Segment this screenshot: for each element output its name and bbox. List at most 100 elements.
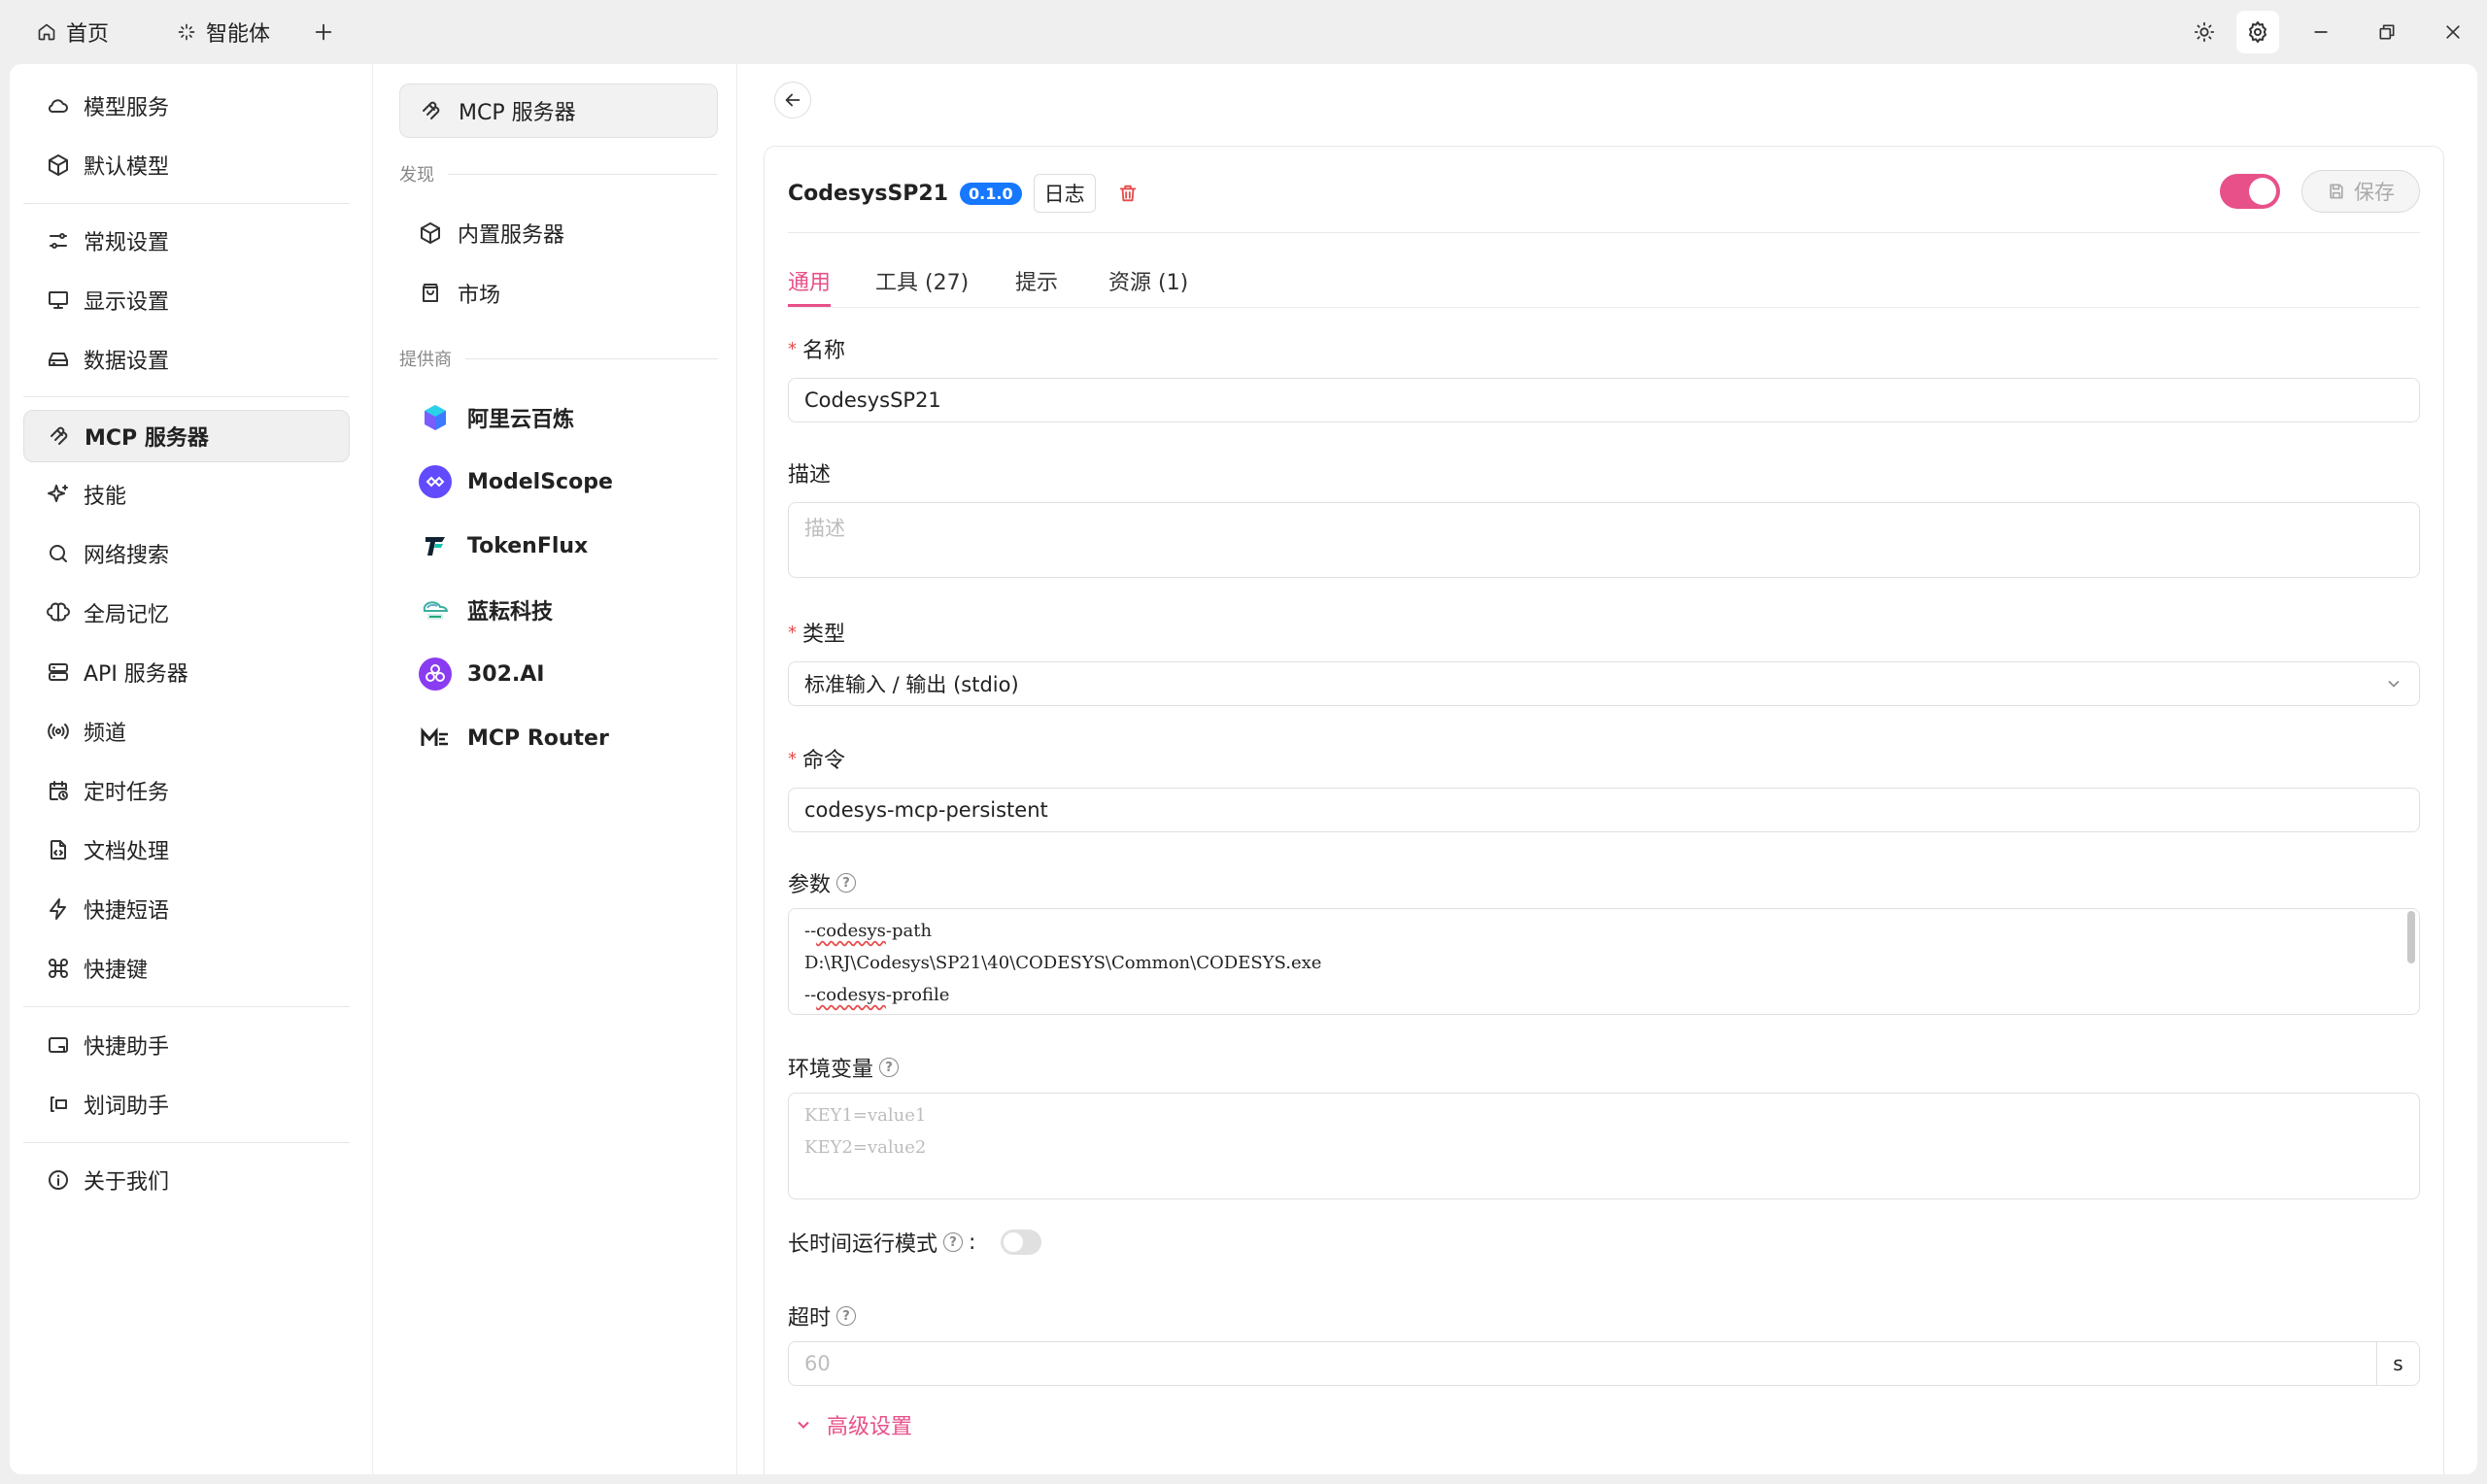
- minimize-icon[interactable]: [2306, 17, 2335, 47]
- sidebar-item-about[interactable]: 关于我们: [23, 1154, 350, 1206]
- help-icon[interactable]: ?: [836, 873, 857, 893]
- back-button[interactable]: [774, 82, 811, 118]
- advanced-settings-toggle[interactable]: 高级设置: [794, 1409, 912, 1440]
- sidebar-item-model-service[interactable]: 模型服务: [23, 80, 350, 132]
- lanyun-logo-icon: [419, 593, 452, 626]
- tab-prompts[interactable]: 提示: [1015, 265, 1058, 296]
- timeout-input[interactable]: 60 s: [788, 1341, 2420, 1386]
- cloud-icon: [47, 94, 70, 118]
- tab-tools[interactable]: 工具 (27): [875, 265, 969, 296]
- sidebar-item-label: API 服务器: [84, 662, 188, 687]
- sidebar-item-label: 定时任务: [84, 781, 170, 805]
- save-button[interactable]: 保存: [2301, 170, 2420, 213]
- sidebar-item-mcp-servers[interactable]: MCP 服务器: [23, 410, 350, 462]
- provider-label: 302.AI: [467, 661, 545, 687]
- provider-bailian[interactable]: 阿里云百炼: [399, 390, 718, 445]
- zap-icon: [47, 897, 70, 921]
- sidebar-item-default-model[interactable]: 默认模型: [23, 139, 350, 191]
- title-bar: 首页 智能体: [0, 0, 2487, 64]
- sidebar-item-label: 数据设置: [84, 350, 170, 374]
- sidebar-item-api-server[interactable]: API 服务器: [23, 646, 350, 698]
- sidebar-item-label: 频道: [84, 722, 127, 746]
- sidebar-item-shortcuts[interactable]: 快捷键: [23, 942, 350, 995]
- radio-icon: [47, 720, 70, 743]
- sidebar-item-channels[interactable]: 频道: [23, 705, 350, 758]
- sidebar-item-quick-assistant[interactable]: 快捷助手: [23, 1019, 350, 1071]
- command-icon: [47, 957, 70, 980]
- description-input[interactable]: 描述: [788, 502, 2420, 578]
- help-icon[interactable]: ?: [836, 1306, 857, 1326]
- command-label: * 命令: [788, 748, 846, 774]
- args-textarea[interactable]: --codesys-path D:\RJ\Codesys\SP21\40\COD…: [788, 908, 2420, 1015]
- provider-mcprouter[interactable]: MCP Router: [399, 711, 718, 765]
- type-select[interactable]: 标准输入 / 输出 (stdio): [788, 661, 2420, 706]
- tab-resources[interactable]: 资源 (1): [1108, 265, 1188, 296]
- log-button[interactable]: 日志: [1033, 174, 1096, 213]
- sidebar-item-memory[interactable]: 全局记忆: [23, 587, 350, 639]
- sidebar-item-data[interactable]: 数据设置: [23, 333, 350, 386]
- sidebar-item-quick-phrases[interactable]: 快捷短语: [23, 883, 350, 935]
- help-icon[interactable]: ?: [943, 1232, 964, 1252]
- sun-icon[interactable]: [2190, 17, 2219, 47]
- restore-icon[interactable]: [2372, 17, 2402, 47]
- provider-label: 阿里云百炼: [467, 408, 575, 432]
- main-window: 模型服务 默认模型 常规设置 显示设置 数据设置 MCP 服务器 技能 网络搜索…: [10, 64, 2477, 1474]
- timeout-label: 超时 ?: [788, 1300, 857, 1332]
- description-label: 描述: [788, 463, 832, 488]
- plus-icon[interactable]: [309, 17, 338, 47]
- provider-302ai[interactable]: 302.AI: [399, 647, 718, 701]
- subnav-item-market[interactable]: 市场: [399, 266, 718, 320]
- sidebar-item-label: 快捷助手: [84, 1035, 170, 1060]
- bailian-logo-icon: [419, 401, 452, 434]
- tab-divider: [788, 307, 2420, 308]
- sidebar-divider: [23, 1142, 350, 1143]
- sidebar-item-skills[interactable]: 技能: [23, 468, 350, 521]
- command-input[interactable]: codesys-mcp-persistent: [788, 788, 2420, 832]
- monitor-icon: [47, 288, 70, 312]
- version-badge: 0.1.0: [960, 182, 1022, 205]
- timeout-unit: s: [2376, 1342, 2419, 1385]
- close-icon[interactable]: [2438, 17, 2468, 47]
- sidebar-item-scheduled-tasks[interactable]: 定时任务: [23, 764, 350, 817]
- sidebar-divider: [23, 203, 350, 204]
- cube-icon: [419, 221, 442, 245]
- scrollbar-thumb[interactable]: [2407, 911, 2415, 963]
- sidebar-item-general[interactable]: 常规设置: [23, 215, 350, 267]
- provider-lanyun[interactable]: 蓝耘科技: [399, 583, 718, 637]
- home-icon: [37, 22, 56, 42]
- gear-icon[interactable]: [2236, 11, 2279, 53]
- subnav-item-label: MCP 服务器: [459, 101, 576, 125]
- modelscope-logo-icon: [419, 465, 452, 498]
- brain-icon: [47, 601, 70, 624]
- sparkle-icon: [177, 22, 196, 42]
- trash-icon[interactable]: [1117, 183, 1139, 204]
- file-code-icon: [47, 838, 70, 861]
- sidebar-item-selection-assistant[interactable]: 划词助手: [23, 1078, 350, 1130]
- sidebar-item-documents[interactable]: 文档处理: [23, 824, 350, 876]
- sliders-icon: [47, 229, 70, 253]
- server-enable-toggle[interactable]: [2220, 174, 2280, 209]
- tab-agents[interactable]: 智能体: [177, 16, 270, 49]
- sidebar-divider: [23, 396, 350, 397]
- help-icon[interactable]: ?: [879, 1058, 900, 1077]
- section-providers: 提供商: [399, 346, 718, 371]
- env-textarea[interactable]: KEY1=value1 KEY2=value2: [788, 1093, 2420, 1199]
- subnav-item-builtin[interactable]: 内置服务器: [399, 206, 718, 260]
- sidebar-item-label: 模型服务: [84, 96, 170, 120]
- tab-home[interactable]: 首页: [37, 16, 109, 49]
- server-card: CodesysSP21 0.1.0 日志 保存 通用 工具 (27) 提示 资源…: [764, 146, 2444, 1474]
- name-label: * 名称: [788, 338, 846, 364]
- longrun-toggle[interactable]: [1001, 1230, 1042, 1255]
- chevron-down-icon: [2384, 674, 2403, 693]
- name-input[interactable]: CodesysSP21: [788, 378, 2420, 422]
- sidebar-item-web-search[interactable]: 网络搜索: [23, 527, 350, 580]
- tab-general[interactable]: 通用: [788, 265, 831, 296]
- cube-icon: [47, 153, 70, 177]
- provider-tokenflux[interactable]: TokenFlux: [399, 519, 718, 573]
- sidebar-item-display[interactable]: 显示设置: [23, 274, 350, 326]
- search-icon: [47, 542, 70, 565]
- 302ai-logo-icon: [419, 658, 452, 691]
- arrow-left-icon: [782, 89, 803, 111]
- provider-modelscope[interactable]: ModelScope: [399, 455, 718, 509]
- subnav-item-mcp-servers[interactable]: MCP 服务器: [399, 84, 718, 138]
